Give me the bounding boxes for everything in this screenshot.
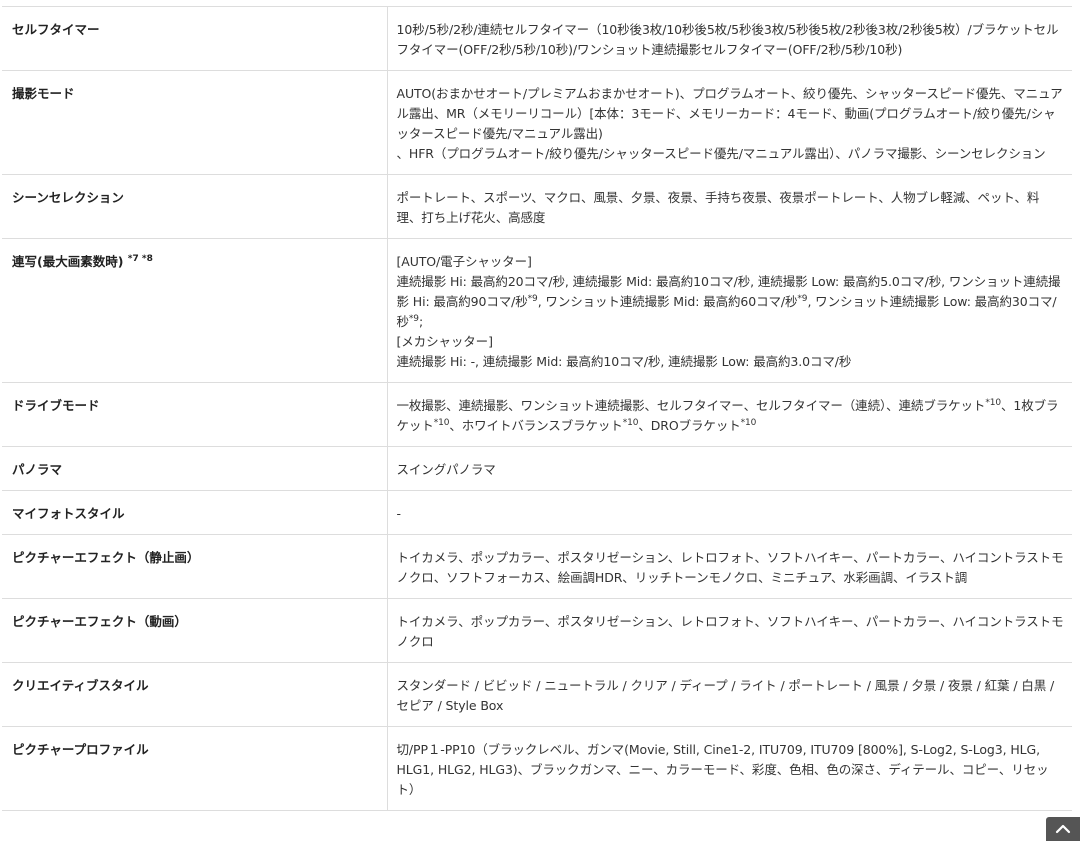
footnote-marker: *9: [408, 313, 419, 324]
footnote-marker: *9: [797, 293, 808, 304]
spec-label: クリエイティブスタイル: [2, 662, 388, 727]
spec-value: スイングパノラマ: [387, 446, 1072, 491]
spec-label: ドライブモード: [2, 382, 388, 447]
spec-label-text: 連写(最大画素数時): [12, 254, 124, 269]
footnote-marker: *7 *8: [127, 253, 153, 264]
spec-value-text: ;: [418, 314, 424, 329]
spec-value: トイカメラ、ポップカラー、ポスタリゼーション、レトロフォト、ソフトハイキー、パー…: [387, 598, 1072, 663]
spec-label: パノラマ: [2, 446, 388, 491]
spec-row-picture-profile: ピクチャープロファイル 切/PP１-PP10（ブラックレベル、ガンマ(Movie…: [2, 726, 1072, 811]
footnote-marker: *10: [985, 397, 1001, 408]
spec-value-line: AUTO(おまかせオート/プレミアムおまかせオート)、プログラムオート、絞り優先…: [396, 86, 1063, 141]
spec-value: ポートレート、スポーツ、マクロ、風景、夕景、夜景、手持ち夜景、夜景ポートレート、…: [387, 174, 1072, 239]
footnote-marker: *10: [740, 417, 757, 428]
spec-value: AUTO(おまかせオート/プレミアムおまかせオート)、プログラムオート、絞り優先…: [387, 70, 1072, 175]
spec-row-picture-effect-still: ピクチャーエフェクト（静止画） トイカメラ、ポップカラー、ポスタリゼーション、レ…: [2, 534, 1072, 599]
spec-value-text: , ワンショット連続撮影 Mid: 最高約60コマ/秒: [537, 294, 798, 309]
spec-label: セルフタイマー: [2, 6, 388, 71]
back-to-top-button[interactable]: [1046, 817, 1080, 841]
spec-row-picture-effect-movie: ピクチャーエフェクト（動画） トイカメラ、ポップカラー、ポスタリゼーション、レト…: [2, 598, 1072, 663]
spec-value-text: 、DROブラケット: [638, 418, 741, 433]
spec-label: 連写(最大画素数時) *7 *8: [2, 238, 388, 383]
spec-label: ピクチャープロファイル: [2, 726, 388, 811]
spec-label: ピクチャーエフェクト（静止画）: [2, 534, 388, 599]
spec-value-line: [メカシャッター]: [396, 334, 493, 349]
spec-row-panorama: パノラマ スイングパノラマ: [2, 446, 1072, 491]
spec-row-creative-style: クリエイティブスタイル スタンダード / ビビッド / ニュートラル / クリア…: [2, 662, 1072, 727]
spec-label: シーンセレクション: [2, 174, 388, 239]
spec-label: 撮影モード: [2, 70, 388, 175]
spec-value: 一枚撮影、連続撮影、ワンショット連続撮影、セルフタイマー、セルフタイマー（連続）…: [387, 382, 1072, 447]
spec-value: トイカメラ、ポップカラー、ポスタリゼーション、レトロフォト、ソフトハイキー、パー…: [387, 534, 1072, 599]
spec-value: スタンダード / ビビッド / ニュートラル / クリア / ディープ / ライ…: [387, 662, 1072, 727]
spec-value: [AUTO/電子シャッター] 連続撮影 Hi: 最高約20コマ/秒, 連続撮影 …: [387, 238, 1072, 383]
spec-value-line: 連続撮影 Hi: -, 連続撮影 Mid: 最高約10コマ/秒, 連続撮影 Lo…: [396, 354, 852, 369]
spec-value: -: [387, 490, 1072, 535]
spec-table: セルフタイマー 10秒/5秒/2秒/連続セルフタイマー（10秒後3枚/10秒後5…: [2, 6, 1072, 811]
spec-row-self-timer: セルフタイマー 10秒/5秒/2秒/連続セルフタイマー（10秒後3枚/10秒後5…: [2, 6, 1072, 71]
spec-label: ピクチャーエフェクト（動画）: [2, 598, 388, 663]
chevron-up-icon: [1055, 824, 1071, 834]
spec-row-continuous-shooting: 連写(最大画素数時) *7 *8 [AUTO/電子シャッター] 連続撮影 Hi:…: [2, 238, 1072, 383]
spec-row-shooting-mode: 撮影モード AUTO(おまかせオート/プレミアムおまかせオート)、プログラムオー…: [2, 70, 1072, 175]
spec-value-line: 、HFR（プログラムオート/絞り優先/シャッタースピード優先/マニュアル露出）、…: [396, 146, 1046, 161]
spec-value-line: 連続撮影 Hi: 最高約20コマ/秒, 連続撮影 Mid: 最高約10コマ/秒,…: [397, 272, 1065, 332]
footnote-marker: *10: [622, 417, 639, 428]
spec-value-text: 、ホワイトバランスブラケット: [449, 418, 623, 433]
spec-row-drive-mode: ドライブモード 一枚撮影、連続撮影、ワンショット連続撮影、セルフタイマー、セルフ…: [2, 382, 1072, 447]
spec-row-my-photo-style: マイフォトスタイル -: [2, 490, 1072, 535]
spec-value-line: [AUTO/電子シャッター]: [396, 254, 532, 269]
footnote-marker: *10: [433, 417, 450, 428]
spec-label: マイフォトスタイル: [2, 490, 388, 535]
spec-row-scene-selection: シーンセレクション ポートレート、スポーツ、マクロ、風景、夕景、夜景、手持ち夜景…: [2, 174, 1072, 239]
footnote-marker: *9: [527, 293, 538, 304]
spec-value: 切/PP１-PP10（ブラックレベル、ガンマ(Movie, Still, Cin…: [387, 726, 1072, 811]
spec-value: 10秒/5秒/2秒/連続セルフタイマー（10秒後3枚/10秒後5枚/5秒後3枚/…: [387, 6, 1072, 71]
spec-value-text: 一枚撮影、連続撮影、ワンショット連続撮影、セルフタイマー、セルフタイマー（連続）…: [396, 398, 986, 413]
